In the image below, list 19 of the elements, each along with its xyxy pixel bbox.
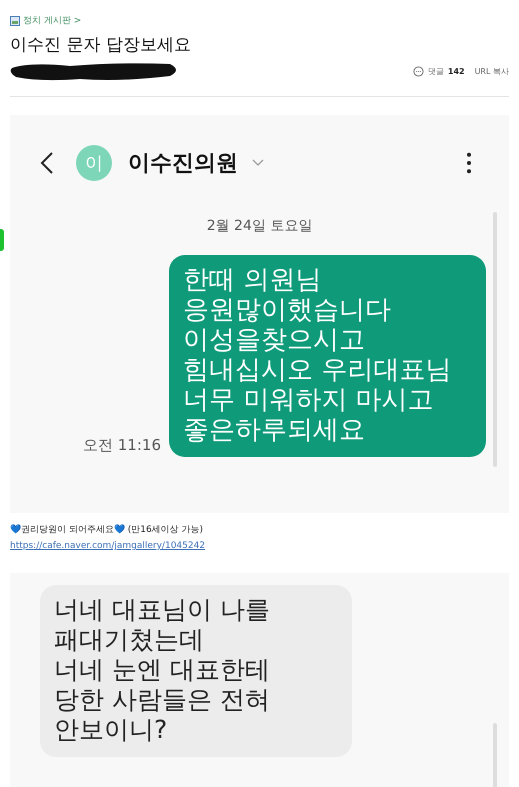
contact-name[interactable]: 이수진의원 [128, 148, 238, 178]
back-icon[interactable] [40, 151, 54, 175]
date-label: 2월 24일 토요일 [206, 217, 314, 235]
avatar: 이 [76, 145, 112, 181]
message-time: 오전 11:16 [83, 436, 161, 456]
comment-label[interactable]: 댓글 [428, 66, 444, 76]
comment-count: 142 [448, 66, 465, 76]
post-title: 이수진 문자 답장보세요 [10, 34, 192, 56]
comment-icon [412, 66, 424, 76]
board-icon [10, 16, 20, 26]
sent-message: 한때 의원님 응원많이했습니다 이성을찾으시고 힘내십시오 우리대표님 너무 미워하지 마시고 좋은하루되세요 [169, 255, 486, 457]
chevron-down-icon[interactable] [252, 159, 264, 167]
more-icon[interactable] [466, 152, 472, 174]
url-copy-link[interactable]: URL 복사 [474, 66, 509, 76]
side-tab[interactable] [0, 229, 4, 251]
board-link[interactable]: 정치 게시판 > [10, 14, 509, 27]
received-message: 너네 대표님이 나를 패대기쳤는데 너네 눈엔 대표한테 당한 사람들은 전혀 안보이니? [40, 585, 352, 757]
link[interactable]: https://cafe.naver.com/jamgallery/1045242 [10, 541, 509, 551]
signature-text: 💙권리당원이 되어주세요💙 (만16세이상 가능) [10, 523, 204, 536]
